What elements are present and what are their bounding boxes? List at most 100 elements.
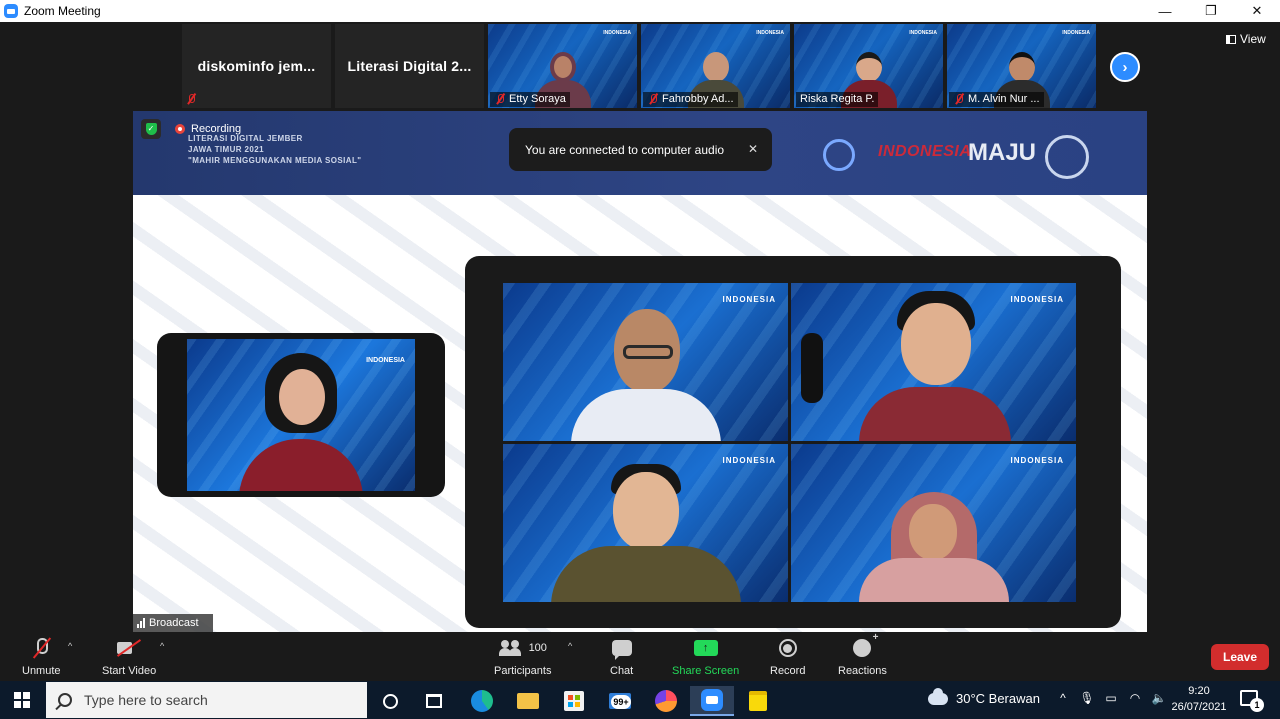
next-page-button[interactable]: ›	[1110, 52, 1140, 82]
taskbar-clock[interactable]: 9:20 26/07/2021	[1166, 683, 1232, 715]
share-screen-label: Share Screen	[672, 665, 740, 677]
logo-indonesia: INDONESIA	[878, 143, 972, 160]
search-icon	[58, 693, 72, 707]
participant-video-tile[interactable]: INDONESIA Etty Soraya	[488, 24, 637, 108]
view-button[interactable]: View	[1226, 32, 1266, 46]
logo-maju: MAJU	[968, 139, 1037, 166]
speaker-icon[interactable]: 🔈	[1152, 691, 1167, 705]
view-label: View	[1240, 32, 1266, 46]
wifi-icon[interactable]: ◠	[1128, 691, 1142, 705]
chevron-up-icon[interactable]: ^	[1056, 691, 1070, 705]
slide-title-line: JAWA TIMUR 2021	[188, 145, 264, 154]
participant-nametag: Fahrobby Ad...	[643, 92, 738, 107]
cortana-button[interactable]	[368, 686, 412, 716]
video-watermark: INDONESIA	[909, 30, 937, 36]
notification-count: 1	[1250, 698, 1264, 712]
task-view-button[interactable]	[412, 686, 456, 716]
audio-options-caret[interactable]: ^	[68, 641, 72, 651]
start-video-label: Start Video	[102, 665, 157, 677]
system-tray: ^ 🎙 ▭ ◠ 🔈	[1056, 691, 1166, 705]
reactions-button[interactable]: Reactions	[838, 632, 887, 677]
participant-video-tile[interactable]: INDONESIA M. Alvin Nur ...	[947, 24, 1096, 108]
sticky-notes-app[interactable]	[736, 686, 780, 716]
participants-icon	[498, 640, 523, 656]
audio-connected-banner: You are connected to computer audio ✕	[509, 128, 772, 171]
recording-dot-icon	[175, 124, 185, 134]
signal-bars-icon	[137, 618, 145, 628]
window-controls: — ❐ ✕	[1142, 0, 1280, 22]
participants-label: Participants	[494, 665, 552, 677]
participant-name: diskominfo jem...	[197, 58, 316, 74]
zoom-logo-icon	[4, 4, 18, 18]
chevron-right-icon: ›	[1122, 58, 1128, 76]
restore-button[interactable]: ❐	[1188, 0, 1234, 22]
panelist-grid: INDONESIA INDONESIA INDONESIA INDONESIA	[503, 283, 1083, 602]
mail-app[interactable]: 99+	[598, 686, 642, 716]
share-screen-icon: ↑	[693, 640, 718, 656]
participant-name: Fahrobby Ad...	[662, 93, 734, 105]
broadcast-label: Broadcast	[149, 617, 199, 629]
muted-mic-icon	[953, 93, 965, 105]
participant-tile[interactable]: Literasi Digital 2...	[335, 24, 484, 108]
video-watermark: INDONESIA	[1062, 30, 1090, 36]
taskbar-search[interactable]: Type here to search	[46, 682, 367, 718]
participant-video-tile[interactable]: INDONESIA Riska Regita P.	[794, 24, 943, 108]
zoom-app[interactable]	[690, 686, 734, 716]
clock-date: 26/07/2021	[1171, 701, 1227, 713]
notification-center-icon[interactable]: 1	[1240, 690, 1264, 712]
file-explorer-app[interactable]	[506, 686, 550, 716]
video-watermark: INDONESIA	[366, 357, 405, 364]
record-button[interactable]: Record	[770, 637, 805, 677]
weather-widget[interactable]: 30°C Berawan	[928, 687, 1040, 706]
participant-name: Etty Soraya	[509, 93, 566, 105]
muted-mic-icon	[647, 93, 659, 105]
muted-mic-icon	[494, 93, 506, 105]
microsoft-store-icon	[564, 691, 584, 711]
participant-video-tile[interactable]: INDONESIA Fahrobby Ad...	[641, 24, 790, 108]
record-icon	[778, 639, 797, 657]
edge-browser-icon	[471, 690, 493, 712]
mail-badge: 99+	[611, 695, 631, 709]
window-title: Zoom Meeting	[24, 4, 101, 18]
leave-button[interactable]: Leave	[1211, 644, 1269, 670]
minimize-button[interactable]: —	[1142, 0, 1188, 22]
unmute-label: Unmute	[22, 665, 61, 677]
participants-options-caret[interactable]: ^	[568, 641, 572, 651]
participants-count: 100	[528, 642, 547, 654]
start-video-button[interactable]: Start Video	[102, 637, 156, 677]
panelist-panel: INDONESIA INDONESIA INDONESIA INDONESIA	[465, 256, 1121, 628]
participant-name: M. Alvin Nur ...	[968, 93, 1040, 105]
close-button[interactable]: ✕	[1234, 0, 1280, 22]
store-app[interactable]	[552, 686, 596, 716]
weather-text: 30°C Berawan	[956, 691, 1040, 706]
speaker-video-card: INDONESIA	[157, 333, 445, 497]
close-icon[interactable]: ✕	[748, 142, 758, 156]
chat-icon	[611, 640, 632, 660]
slide-title: LITERASI DIGITAL JEMBER JAWA TIMUR 2021 …	[188, 133, 361, 166]
sticky-notes-icon	[749, 691, 767, 711]
participants-button[interactable]: 100 Participants	[494, 637, 551, 677]
shared-screen: ✓ Recording LITERASI DIGITAL JEMBER JAWA…	[133, 111, 1147, 632]
unmute-button[interactable]: Unmute	[22, 637, 61, 677]
clock-time: 9:20	[1188, 685, 1210, 697]
video-options-caret[interactable]: ^	[160, 641, 164, 651]
battery-icon[interactable]: ▭	[1104, 691, 1118, 705]
security-shield-icon[interactable]: ✓	[141, 119, 161, 139]
participant-gallery: diskominfo jem... Literasi Digital 2... …	[182, 24, 1096, 110]
share-screen-button[interactable]: ↑ Share Screen	[672, 637, 739, 677]
task-view-icon	[426, 694, 442, 708]
participant-nametag: Riska Regita P.	[796, 92, 879, 107]
video-watermark: INDONESIA	[1010, 456, 1064, 465]
edge-app[interactable]	[460, 686, 504, 716]
windows-start-icon[interactable]	[14, 692, 30, 708]
firefox-app[interactable]	[644, 686, 688, 716]
participant-name: Literasi Digital 2...	[347, 58, 472, 74]
muted-mic-icon	[185, 93, 197, 105]
participant-tile[interactable]: diskominfo jem...	[182, 24, 331, 108]
microphone-icon[interactable]: 🎙	[1079, 691, 1094, 705]
slide-header: ✓ Recording LITERASI DIGITAL JEMBER JAWA…	[133, 111, 1147, 195]
chat-button[interactable]: Chat	[610, 637, 633, 677]
meeting-stage: diskominfo jem... Literasi Digital 2... …	[0, 22, 1280, 633]
reactions-icon	[853, 632, 878, 657]
gallery-view-icon	[1226, 34, 1236, 44]
